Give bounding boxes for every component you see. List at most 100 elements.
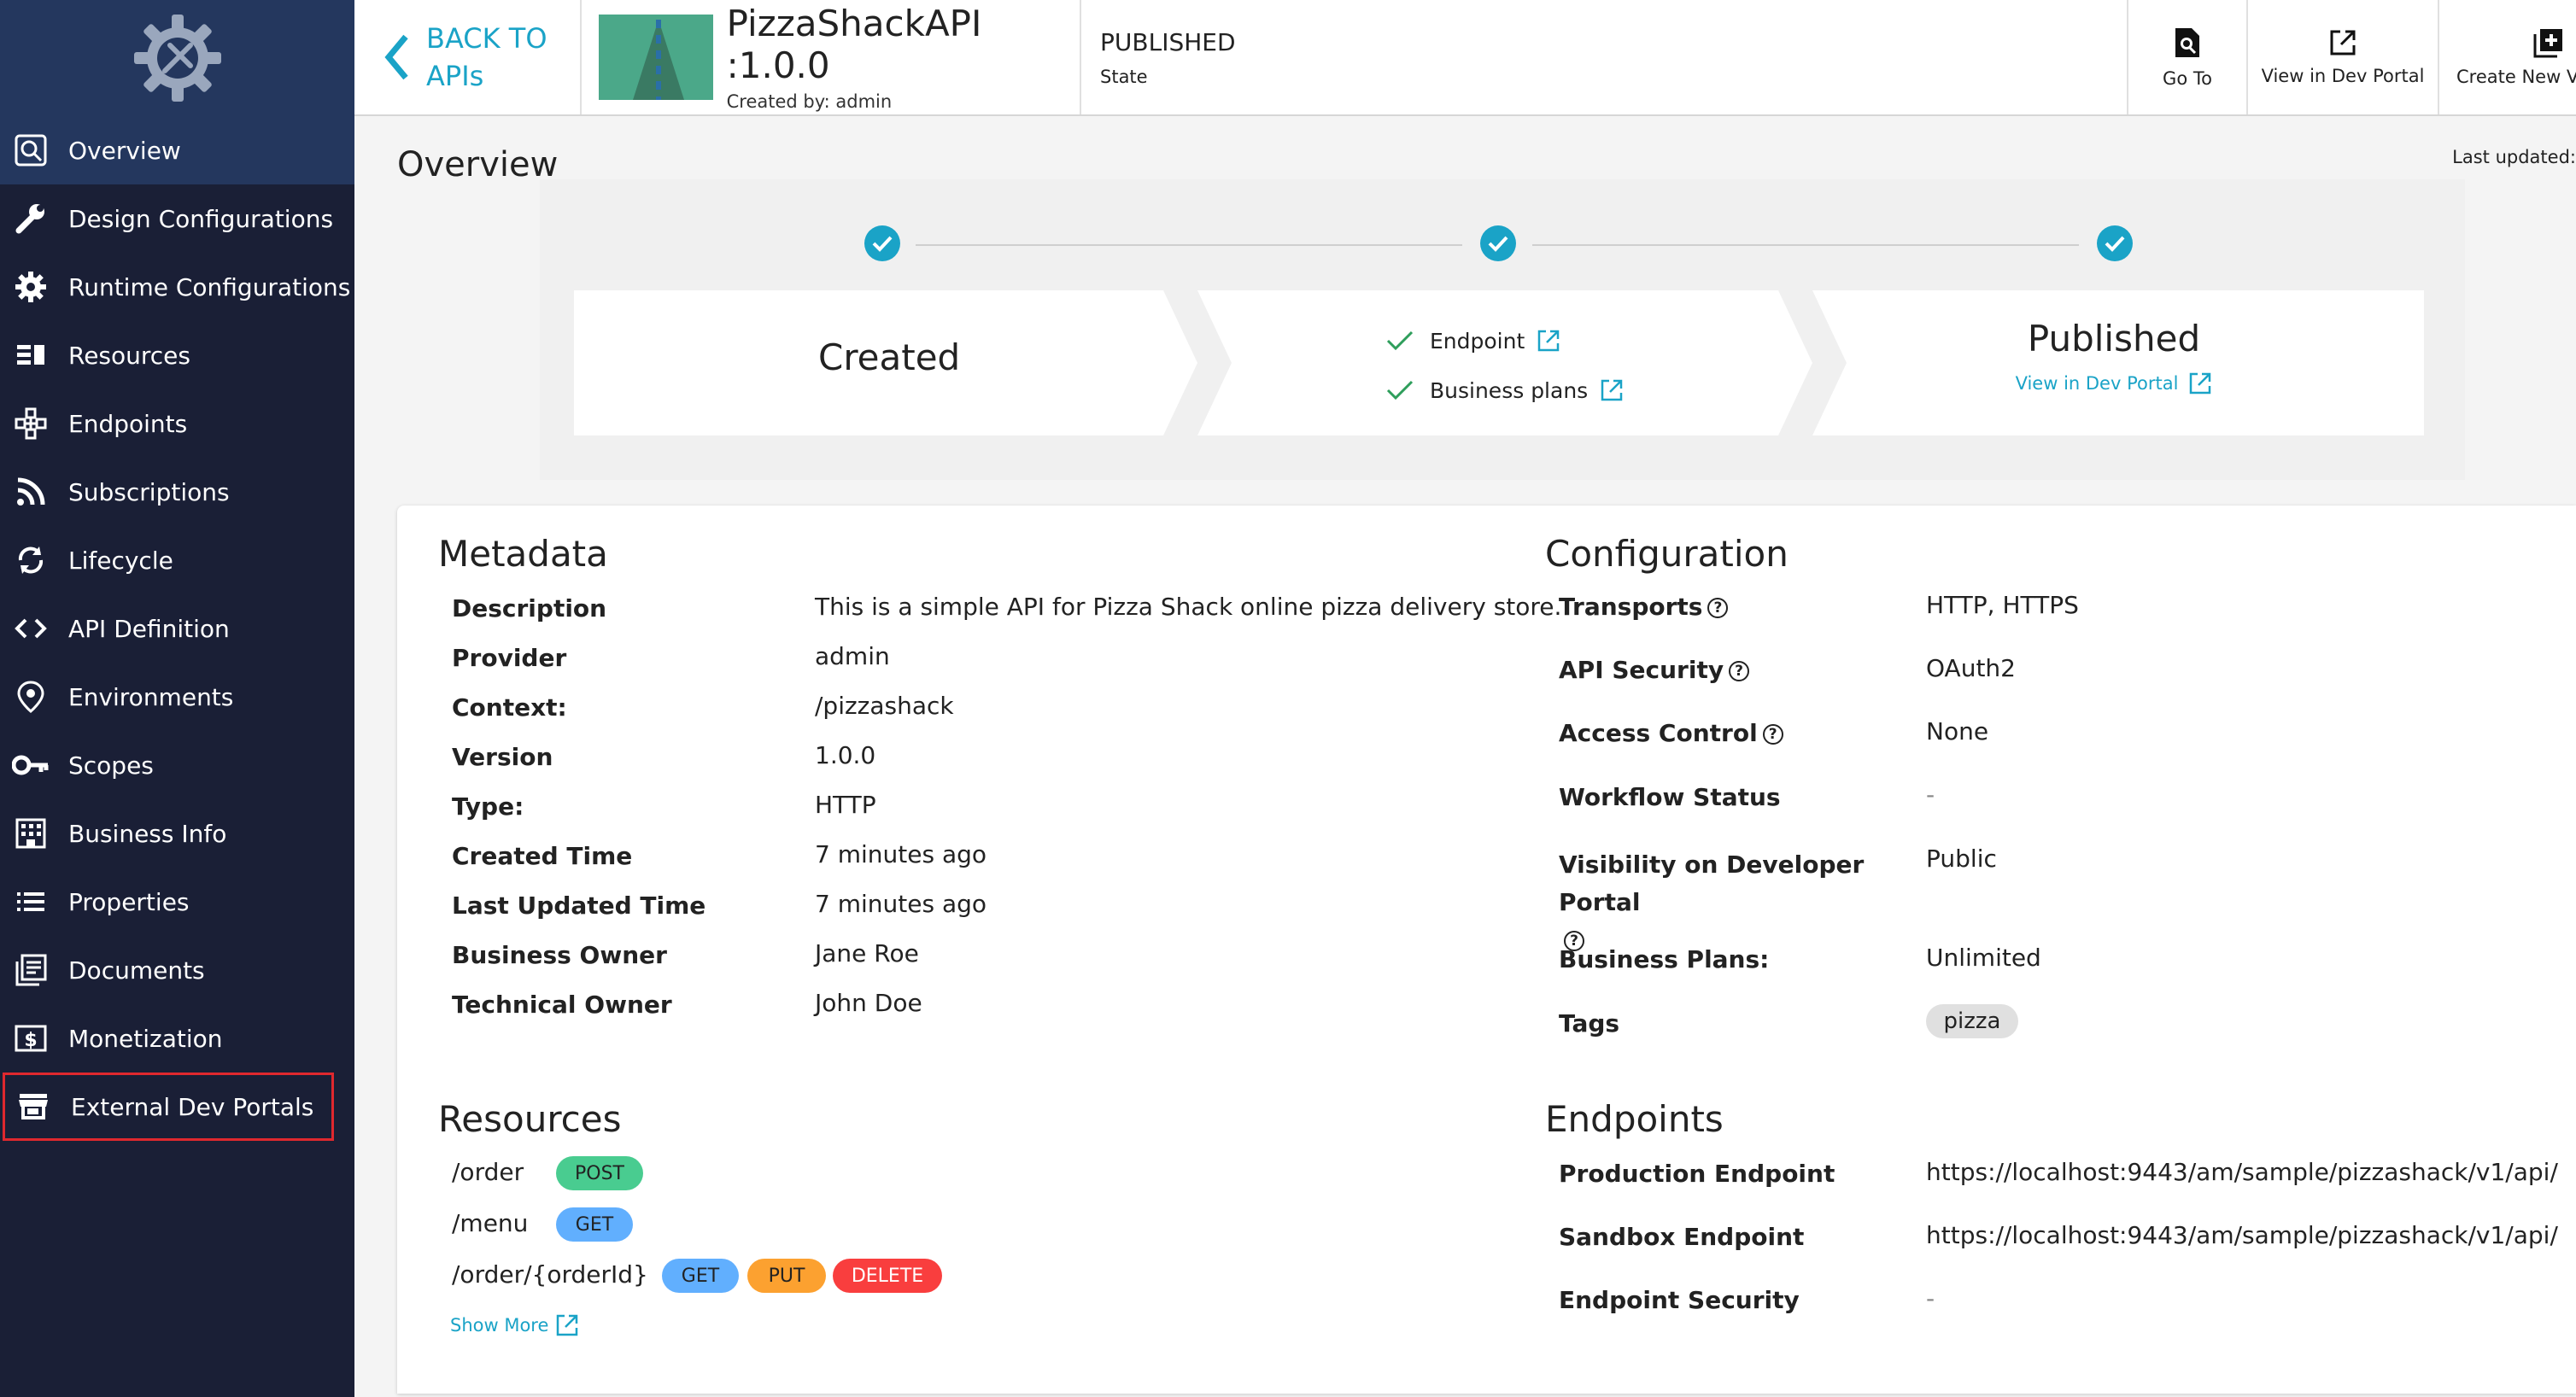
endpoint-label: Endpoint Security [1559,1286,1800,1314]
tag-chip[interactable]: pizza [1926,1004,2018,1038]
state-value: PUBLISHED [1100,27,1236,56]
endpoint-value: https://localhost:9443/am/sample/pizzash… [1926,1221,2558,1249]
metadata-value: Jane Roe [815,939,919,967]
file-search-icon [2175,28,2199,57]
api-info: PizzaShackAPI :1.0.0 Created by: admin [582,0,1081,114]
help-icon[interactable]: ? [1707,598,1729,618]
metadata-label: Type: [452,792,524,821]
sidebar-item-lifecycle[interactable]: Lifecycle [0,526,354,594]
logo [0,0,354,116]
rss-icon [12,473,50,511]
list-icon [12,336,50,374]
resources-title: Resources [438,1098,622,1140]
sidebar-item-endpoints[interactable]: Endpoints [0,389,354,458]
back-label-line1: BACK TO [426,22,547,55]
sidebar-item-overview[interactable]: Overview [0,116,354,184]
wrench-icon [12,200,50,237]
sidebar-item-resources[interactable]: Resources [0,321,354,389]
view-in-devportal-button[interactable]: View in Dev Portal [2248,0,2439,114]
documents-icon [12,951,50,989]
search-icon [12,132,50,169]
resource-path: /order [452,1158,524,1186]
resource-path: /menu [452,1209,529,1237]
method-chip-put: PUT [747,1259,826,1293]
published-label: Published [2027,318,2201,359]
properties-icon [12,883,50,921]
config-label: API Security? [1559,656,1750,684]
metadata-label: Created Time [452,842,633,870]
api-created-by: Created by: admin [726,91,893,112]
business-plans-check-label: Business plans [1430,377,1589,403]
metadata-label: Technical Owner [452,991,672,1019]
sidebar-item-scopes[interactable]: Scopes [0,731,354,799]
svg-text:$: $ [24,1030,37,1051]
sidebar-item-external-dev-portals[interactable]: External Dev Portals [3,1073,334,1141]
sidebar-item-label: Subscriptions [68,477,230,506]
sidebar-item-api-definition[interactable]: API Definition [0,594,354,663]
sidebar-item-monetization[interactable]: $ Monetization [0,1004,354,1073]
metadata-label: Version [452,743,553,771]
metadata-value: 1.0.0 [815,741,876,769]
sidebar-item-label: Business Info [68,819,227,848]
create-new-version-button[interactable]: Create New Ve [2439,0,2576,114]
sidebar-item-business-info[interactable]: Business Info [0,799,354,868]
method-chip-post: POST [556,1156,643,1190]
sidebar-item-subscriptions[interactable]: Subscriptions [0,458,354,526]
config-value: OAuth2 [1926,654,2016,682]
config-value: Public [1926,845,1997,873]
open-external-icon [2190,372,2211,395]
method-chip-get: GET [662,1259,739,1293]
config-label: Access Control? [1559,719,1783,747]
help-icon[interactable]: ? [1729,661,1750,681]
metadata-label: Business Owner [452,941,667,969]
metadata-label: Provider [452,644,567,672]
metadata-value: admin [815,642,890,670]
step-connector [1532,244,2079,246]
sidebar: Overview Design Configurations Runtime C… [0,0,354,1397]
sidebar-item-label: API Definition [68,614,230,643]
api-thumbnail [599,15,713,100]
endpoint-label: Production Endpoint [1559,1160,1835,1188]
help-icon[interactable]: ? [1762,724,1783,745]
gear-icon [12,268,50,306]
last-updated: Last updated: [2452,147,2576,167]
step-check-icon [2097,225,2133,261]
overview-card: Metadata Configuration Transports? HTTP,… [397,506,2576,1394]
metadata-value: /pizzashack [815,692,954,720]
goto-button[interactable]: Go To [2128,0,2248,114]
config-label: Tags [1559,1009,1620,1038]
api-state: PUBLISHED State [1081,0,2128,114]
config-value: - [1926,780,1935,809]
store-icon [15,1088,52,1125]
view-in-devportal-link[interactable]: View in Dev Portal [1935,371,2293,395]
check-icon [1386,330,1414,351]
add-copy-icon [2533,29,2562,58]
sidebar-item-properties[interactable]: Properties [0,868,354,936]
open-external-icon [2330,30,2356,56]
open-external-icon[interactable] [1537,329,1560,353]
metadata-label: Context: [452,693,567,722]
goto-label: Go To [2163,68,2212,89]
sidebar-item-environments[interactable]: Environments [0,663,354,731]
method-chip-delete: DELETE [833,1259,942,1293]
metadata-label: Last Updated Time [452,891,706,920]
publisher-gear-logo-icon [133,15,221,102]
sidebar-item-runtime-configurations[interactable]: Runtime Configurations [0,253,354,321]
sidebar-item-label: Design Configurations [68,204,334,233]
top-bar: BACK TO APIs PizzaShackAPI :1.0.0 Create… [354,0,2576,116]
config-value: HTTP, HTTPS [1926,591,2079,619]
stage-separator [1778,290,1847,435]
metadata-value: John Doe [815,989,922,1017]
config-label: Visibility on Developer Portal? [1559,850,1865,951]
open-external-icon[interactable] [1600,378,1624,402]
back-to-apis-button[interactable]: BACK TO APIs [354,0,582,114]
config-label: Workflow Status [1559,783,1781,811]
sidebar-item-design-configurations[interactable]: Design Configurations [0,184,354,253]
sidebar-item-label: Runtime Configurations [68,272,351,301]
back-label-line2: APIs [426,60,484,92]
devportal-label: View in Dev Portal [2261,66,2425,86]
sidebar-item-label: External Dev Portals [71,1092,314,1121]
show-more-label: Show More [450,1315,549,1336]
show-more-link[interactable]: Show More [450,1313,579,1337]
sidebar-item-documents[interactable]: Documents [0,936,354,1004]
